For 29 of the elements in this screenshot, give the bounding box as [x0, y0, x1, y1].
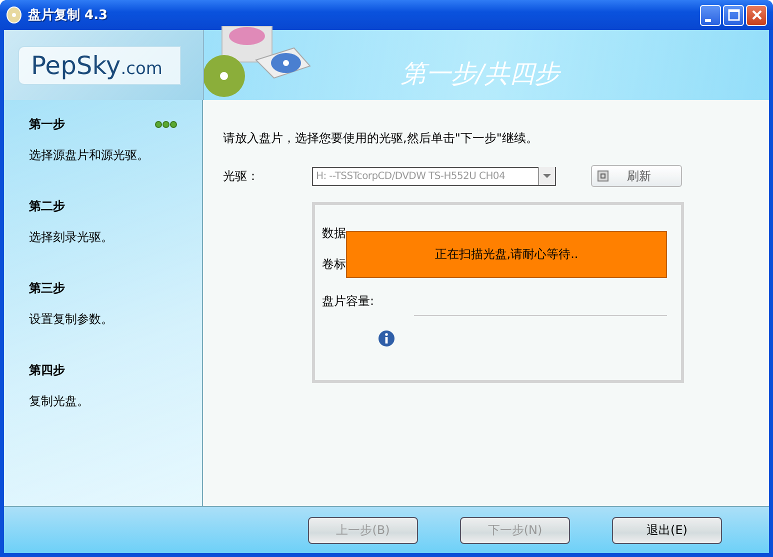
- step-description: 选择源盘片和源光驱。: [29, 147, 150, 164]
- step-description: 复制光盘。: [29, 393, 90, 410]
- drive-label: 光驱：: [223, 168, 260, 184]
- step-description: 选择刻录光驱。: [29, 229, 114, 246]
- step-title: 第二步: [29, 198, 65, 215]
- step-title: 第三步: [29, 280, 65, 297]
- minimize-button[interactable]: [700, 4, 721, 26]
- logo: PepSky.com: [18, 46, 182, 84]
- info-label: 卷标: [322, 256, 346, 273]
- refresh-icon: [597, 170, 609, 182]
- maximize-button[interactable]: [723, 4, 744, 26]
- wizard-button[interactable]: 退出(E): [612, 516, 722, 544]
- minimize-icon: [705, 18, 711, 22]
- instruction-text: 请放入盘片，选择您要使用的光驱,然后单击"下一步"继续。: [223, 130, 539, 147]
- close-icon: [750, 9, 762, 21]
- scanning-banner: 正在扫描光盘,请耐心等待..: [346, 231, 667, 278]
- step-description: 设置复制参数。: [29, 311, 114, 328]
- close-button[interactable]: [746, 4, 767, 26]
- caret-icon: [538, 167, 555, 185]
- step-title: 第一步: [29, 116, 65, 133]
- step-title: 第四步: [29, 362, 65, 379]
- refresh-button[interactable]: 刷新: [591, 165, 682, 187]
- window-title: 盘片复制 4.3: [28, 7, 108, 24]
- info-label: 盘片容量:: [322, 293, 374, 310]
- disc-icon: [6, 6, 22, 24]
- info-icon: [378, 330, 395, 347]
- info-label: 数据: [322, 225, 346, 242]
- step-heading: 第一步/共四步: [401, 58, 560, 90]
- maximize-icon: [728, 9, 740, 21]
